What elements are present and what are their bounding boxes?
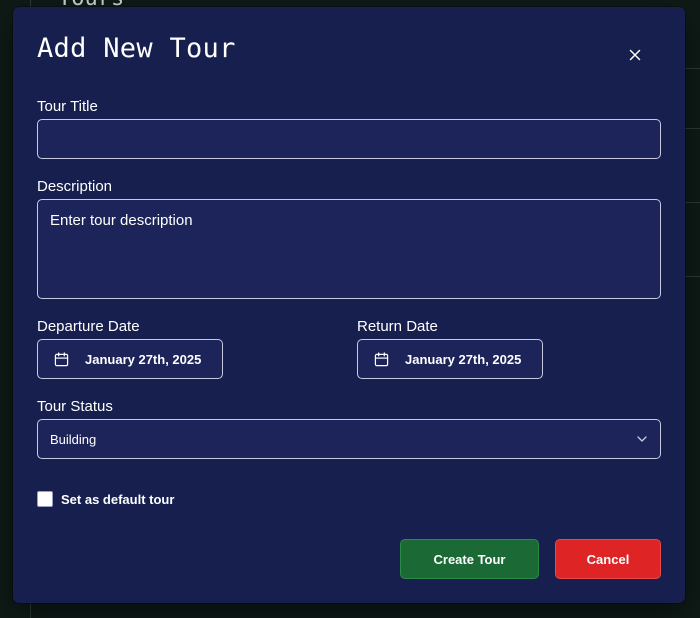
tour-title-label: Tour Title [37,98,98,115]
cancel-button[interactable]: Cancel [555,539,661,579]
departure-date-label: Departure Date [37,318,140,335]
departure-date-picker[interactable]: January 27th, 2025 [37,339,223,379]
create-tour-button[interactable]: Create Tour [400,539,539,579]
modal-title: Add New Tour [37,33,236,64]
calendar-icon [54,351,69,366]
default-tour-row: Set as default tour [37,491,174,507]
calendar-icon [374,351,389,366]
description-label: Description [37,178,113,195]
tour-status-label: Tour Status [37,398,113,415]
return-date-label: Return Date [357,318,438,335]
tour-status-select[interactable]: Building [37,419,661,459]
return-date-picker[interactable]: January 27th, 2025 [357,339,543,379]
add-tour-modal: Add New Tour Tour Title Description Depa… [13,7,685,603]
default-tour-checkbox[interactable] [37,491,53,507]
description-textarea[interactable] [37,199,661,299]
return-date-value: January 27th, 2025 [405,351,522,367]
tour-status-value: Building [50,431,97,447]
close-button[interactable] [625,45,645,65]
default-tour-label[interactable]: Set as default tour [61,492,174,507]
chevron-down-icon [637,436,647,442]
tour-title-input[interactable] [37,119,661,159]
departure-date-value: January 27th, 2025 [85,351,202,367]
close-icon [629,49,641,61]
